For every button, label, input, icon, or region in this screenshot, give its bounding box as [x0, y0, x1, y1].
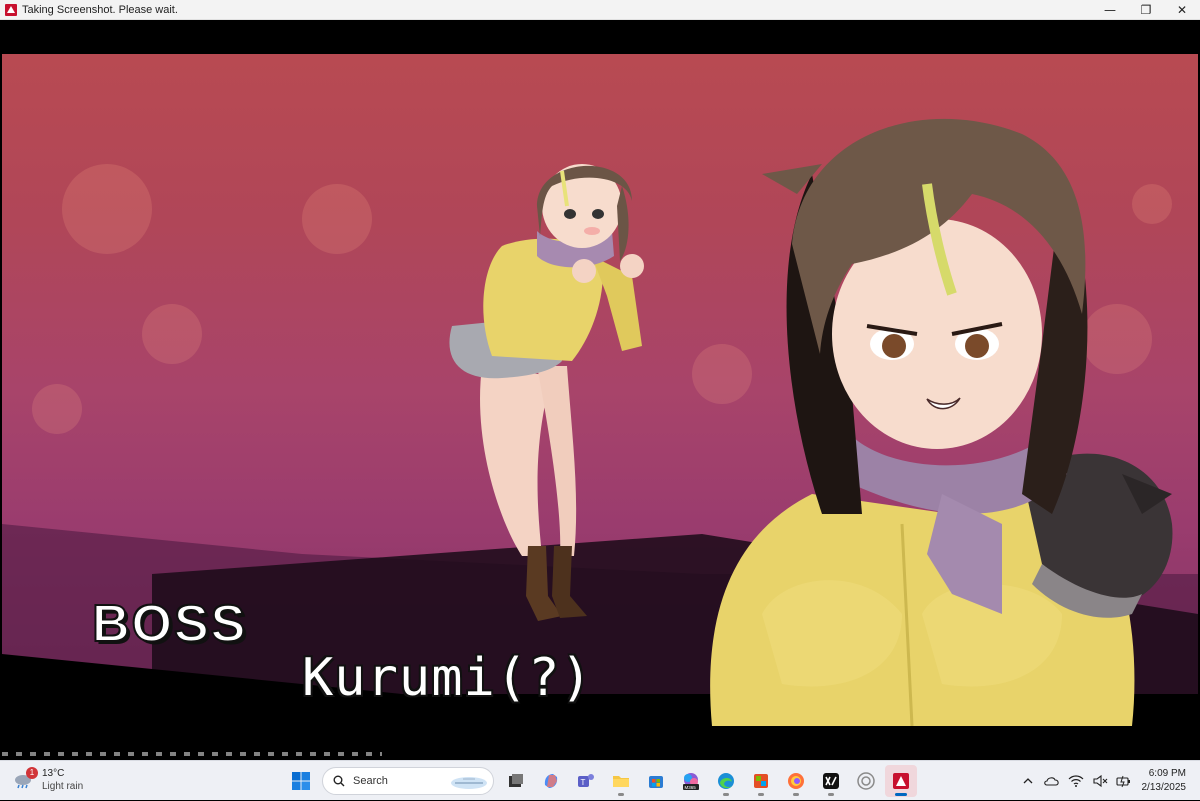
window-titlebar: Taking Screenshot. Please wait. — ❐ ✕: [0, 0, 1200, 20]
steam-icon[interactable]: [850, 765, 882, 797]
firefox-icon[interactable]: [780, 765, 812, 797]
system-clock[interactable]: 6:09 PM 2/13/2025: [1142, 767, 1187, 795]
close-button[interactable]: ✕: [1164, 0, 1200, 20]
taskbar: 1 13°C Light rain Search T M365 6:09 PM …: [0, 760, 1200, 800]
clock-time: 6:09 PM: [1148, 768, 1186, 779]
weather-condition: Light rain: [42, 781, 84, 792]
edge-icon[interactable]: [710, 765, 742, 797]
teams-icon[interactable]: T: [570, 765, 602, 797]
store-icon[interactable]: [640, 765, 672, 797]
minimize-button[interactable]: —: [1092, 0, 1128, 20]
game-app-icon[interactable]: [815, 765, 847, 797]
boss-intro-scene: BOSS Kurumi(?): [2, 54, 1198, 726]
window-title: Taking Screenshot. Please wait.: [22, 3, 178, 16]
m365-text: M365: [684, 785, 696, 790]
battery-saver-icon[interactable]: [1113, 770, 1135, 792]
weather-temp: 13°C: [42, 768, 65, 779]
boss-name: Kurumi(?): [302, 648, 593, 708]
svg-text:T: T: [580, 778, 585, 787]
game-viewport[interactable]: BOSS Kurumi(?): [2, 20, 1198, 760]
boss-character-sprite: [449, 164, 644, 621]
search-label: Search: [353, 775, 388, 787]
search-highlight-icon: [451, 777, 487, 789]
task-view-icon[interactable]: [500, 765, 532, 797]
chevron-up-icon[interactable]: [1017, 770, 1039, 792]
notification-badge: 1: [26, 767, 38, 779]
rain-cloud-icon: 1: [12, 767, 38, 791]
boss-label: BOSS: [91, 594, 248, 654]
search-icon: [333, 775, 345, 787]
start-icon[interactable]: [285, 765, 317, 797]
copilot-icon[interactable]: [535, 765, 567, 797]
photos-icon[interactable]: [745, 765, 777, 797]
volume-muted-icon[interactable]: [1089, 770, 1111, 792]
weather-widget[interactable]: 1 13°C Light rain: [12, 767, 83, 793]
clock-date: 2/13/2025: [1141, 782, 1187, 793]
bottom-letterbox: [2, 726, 1198, 760]
boss-portrait: [710, 118, 1173, 726]
search-box[interactable]: Search: [322, 767, 494, 795]
maximize-button[interactable]: ❐: [1128, 0, 1164, 20]
file-explorer-icon[interactable]: [605, 765, 637, 797]
m365-icon[interactable]: M365: [675, 765, 707, 797]
wifi-icon[interactable]: [1065, 770, 1087, 792]
app-icon: [5, 3, 17, 16]
rpg-maker-icon[interactable]: [884, 765, 917, 797]
onedrive-icon[interactable]: [1041, 770, 1063, 792]
